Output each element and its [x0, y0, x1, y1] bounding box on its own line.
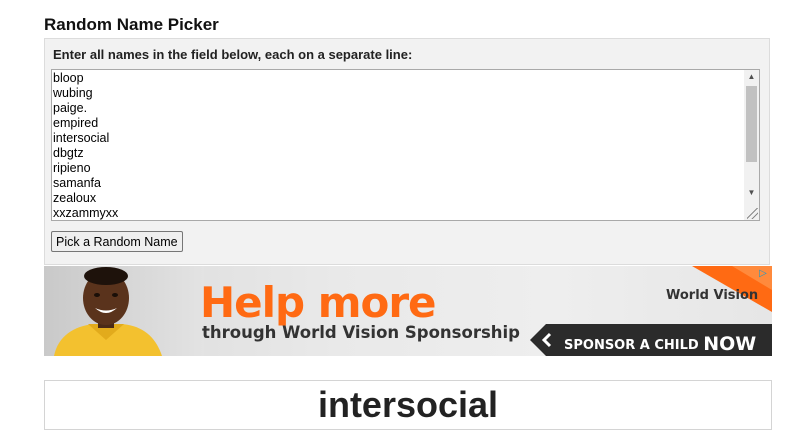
ad-choices-icon[interactable]: ▷: [756, 267, 770, 281]
name-line: bloop: [53, 71, 84, 85]
ad-brand-name: World Vision: [666, 288, 759, 303]
names-list: bloop wubing paige. empired intersocial dbgtz…: [53, 71, 743, 220]
scroll-up-arrow-icon[interactable]: ▲: [744, 70, 759, 84]
names-textarea[interactable]: bloop wubing paige. empired intersocial dbgtz…: [51, 69, 760, 221]
page-title: Random Name Picker: [44, 15, 219, 34]
textarea-scrollbar[interactable]: ▲ ▼: [744, 70, 759, 220]
name-line: ripieno: [53, 161, 91, 175]
name-line: paige.: [53, 101, 88, 115]
cta-label: SPONSOR A CHILD: [564, 338, 699, 353]
name-line: zealoux: [53, 191, 97, 205]
picked-name: intersocial: [317, 384, 499, 425]
ad-subline: through World Vision Sponsorship: [202, 323, 520, 342]
ad-headline: Help more: [200, 278, 437, 327]
name-line: xxzammyxx: [53, 206, 119, 220]
name-line: samanfa: [53, 176, 101, 190]
name-line: wubing: [53, 86, 93, 100]
advertisement-banner[interactable]: Help more through World Vision Sponsorsh…: [44, 266, 772, 356]
pick-random-name-button[interactable]: Pick a Random Name: [51, 231, 183, 252]
scrollbar-thumb[interactable]: [746, 86, 757, 162]
name-entry-panel: Enter all names in the field below, each…: [44, 38, 770, 265]
name-line: intersocial: [53, 131, 110, 145]
instructions-label: Enter all names in the field below, each…: [53, 47, 413, 62]
scroll-down-arrow-icon[interactable]: ▼: [744, 186, 759, 200]
sponsor-child-button[interactable]: SPONSOR A CHILD NOW: [530, 324, 772, 356]
child-photo: [44, 266, 204, 356]
name-line: empired: [53, 116, 99, 130]
name-line: dbgtz: [53, 146, 84, 160]
resize-grip-icon[interactable]: [747, 208, 758, 219]
cta-emphasis: NOW: [703, 333, 757, 355]
picked-name-box: intersocial: [44, 380, 772, 430]
